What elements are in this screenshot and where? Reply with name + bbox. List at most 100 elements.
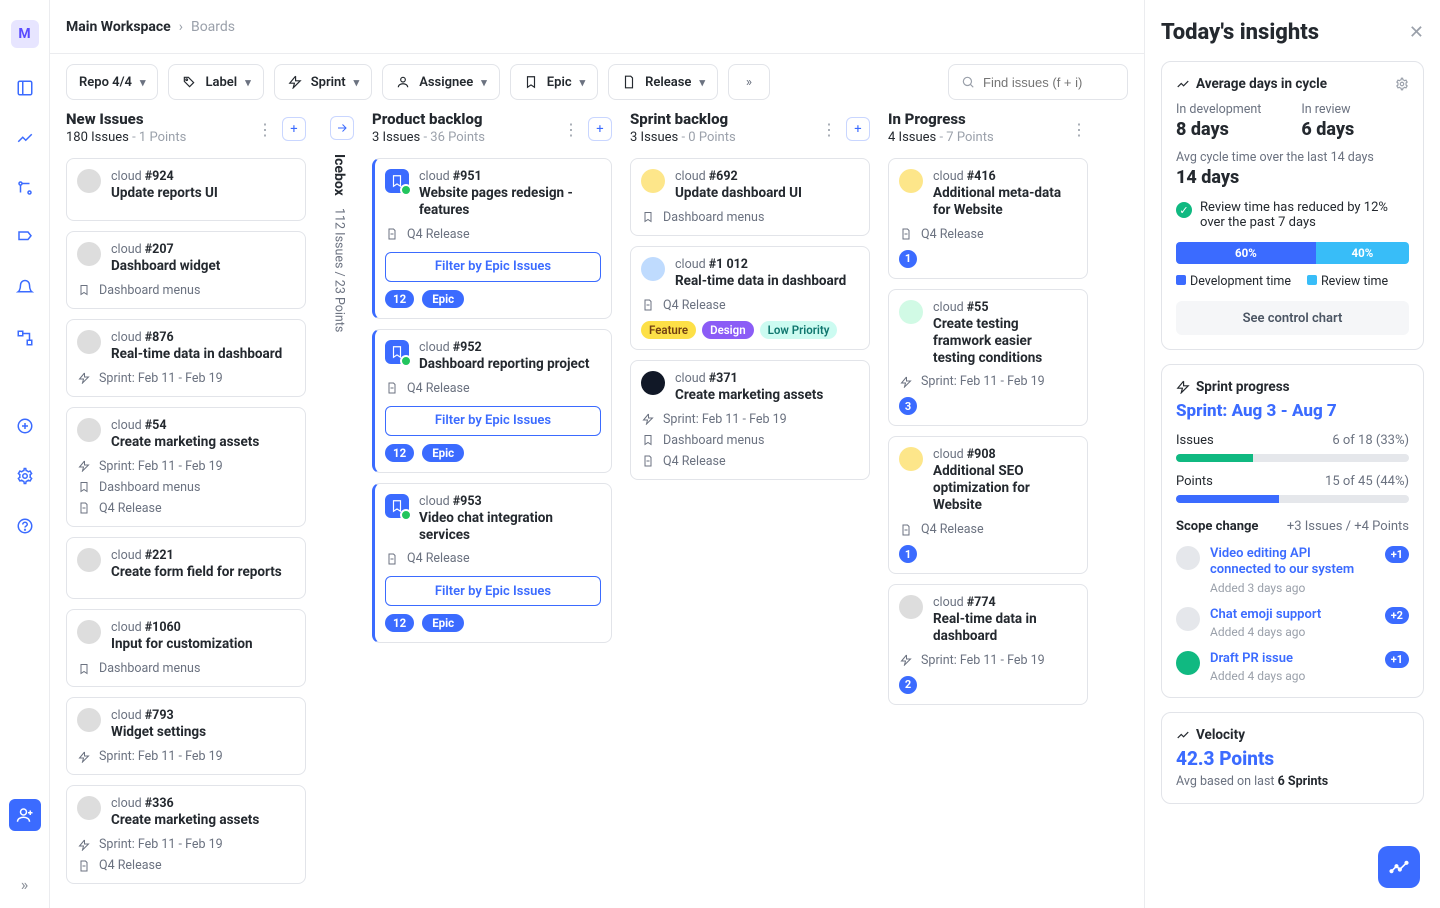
- issue-card[interactable]: cloud #924 Update reports UI: [66, 158, 306, 221]
- milestone-icon[interactable]: [15, 228, 35, 248]
- issue-card[interactable]: cloud #55 Create testing framwork easier…: [888, 289, 1088, 427]
- column-menu-button[interactable]: ⋮: [1070, 120, 1088, 138]
- notifications-icon[interactable]: [15, 278, 35, 298]
- panel-velocity: Velocity 42.3 Points Avg based on last 6…: [1161, 712, 1424, 804]
- scope-delta-badge: +1: [1385, 546, 1409, 563]
- issue-card[interactable]: cloud #207 Dashboard widget Dashboard me…: [66, 231, 306, 309]
- card-meta: Q4 Release: [385, 227, 601, 242]
- expand-rail-icon[interactable]: »: [21, 875, 29, 894]
- search-input[interactable]: [983, 75, 1115, 90]
- add-icon[interactable]: [15, 416, 35, 436]
- bookmark-icon: [523, 74, 539, 90]
- add-card-button[interactable]: +: [282, 117, 306, 141]
- sprint-icon: [77, 371, 91, 385]
- epic-card[interactable]: cloud #952 Dashboard reporting project Q…: [372, 329, 612, 473]
- epic-card[interactable]: cloud #951 Website pages redesign - feat…: [372, 158, 612, 319]
- avatar: [899, 300, 923, 324]
- user-icon: [395, 74, 411, 90]
- avatar: [77, 330, 101, 354]
- issue-card[interactable]: cloud #876 Real-time data in dashboard S…: [66, 319, 306, 397]
- breadcrumb-workspace[interactable]: Main Workspace: [66, 19, 171, 35]
- tag[interactable]: Feature: [641, 321, 696, 339]
- issue-card[interactable]: cloud #336 Create marketing assets Sprin…: [66, 785, 306, 884]
- insights-panel: ✕ Today's insights Average days in cycle…: [1144, 0, 1440, 908]
- more-filters-button[interactable]: »: [728, 64, 770, 100]
- add-card-button[interactable]: +: [588, 117, 612, 141]
- doc-icon: [385, 552, 399, 566]
- board-icon[interactable]: [15, 78, 35, 98]
- column-product-backlog: Product backlog 3 Issues - 36 Points ⋮ +…: [372, 110, 612, 892]
- filter-assignee[interactable]: Assignee▾: [382, 64, 500, 100]
- settings-icon[interactable]: [15, 466, 35, 486]
- card-meta: Q4 Release: [899, 227, 1077, 242]
- avatar: [899, 595, 923, 619]
- search-box[interactable]: [948, 64, 1128, 100]
- avatar: [641, 169, 665, 193]
- avatar: [77, 242, 101, 266]
- workflow-icon[interactable]: [15, 328, 35, 348]
- avatar: [77, 418, 101, 442]
- epic-pill: Epic: [422, 290, 464, 308]
- column-menu-button[interactable]: ⋮: [820, 120, 838, 138]
- roadmap-icon[interactable]: [15, 178, 35, 198]
- epic-pill: Epic: [422, 444, 464, 462]
- issue-card[interactable]: cloud #692 Update dashboard UI Dashboard…: [630, 158, 870, 236]
- card-meta: Sprint: Feb 11 - Feb 19: [77, 459, 295, 474]
- tag[interactable]: Design: [702, 321, 754, 339]
- add-card-button[interactable]: +: [846, 117, 870, 141]
- column-menu-button[interactable]: ⋮: [256, 120, 274, 138]
- filter-label[interactable]: Label▾: [168, 64, 263, 100]
- filter-bar: Repo 4/4▾ Label▾ Sprint▾ Assignee▾ Epic▾…: [50, 54, 1144, 110]
- issue-card[interactable]: cloud #54 Create marketing assets Sprint…: [66, 407, 306, 527]
- filter-sprint[interactable]: Sprint▾: [274, 64, 372, 100]
- filter-by-epic-button[interactable]: Filter by Epic Issues: [385, 252, 601, 282]
- doc-icon: [899, 523, 913, 537]
- column-menu-button[interactable]: ⋮: [562, 120, 580, 138]
- issue-card[interactable]: cloud #371 Create marketing assets Sprin…: [630, 360, 870, 480]
- doc-icon: [385, 381, 399, 395]
- filter-by-epic-button[interactable]: Filter by Epic Issues: [385, 576, 601, 606]
- help-icon[interactable]: [15, 516, 35, 536]
- workspace-logo[interactable]: M: [11, 20, 39, 48]
- filter-epic[interactable]: Epic▾: [510, 64, 598, 100]
- column-icebox-collapsed[interactable]: Icebox 112 Issues / 23 Points: [324, 110, 354, 892]
- epic-card[interactable]: cloud #953 Video chat integration servic…: [372, 483, 612, 644]
- issue-card[interactable]: cloud #908 Additional SEO optimization f…: [888, 436, 1088, 574]
- card-meta: Dashboard menus: [77, 661, 295, 676]
- issue-card[interactable]: cloud #416 Additional meta-data for Webs…: [888, 158, 1088, 279]
- close-icon[interactable]: ✕: [1409, 22, 1424, 43]
- epic-pill: Epic: [422, 614, 464, 632]
- card-meta: Sprint: Feb 11 - Feb 19: [77, 371, 295, 386]
- issue-card[interactable]: cloud #221 Create form field for reports: [66, 537, 306, 600]
- see-control-chart-button[interactable]: See control chart: [1176, 301, 1409, 335]
- scope-change-item[interactable]: Draft PR issueAdded 4 days ago +1: [1176, 651, 1409, 683]
- card-meta: Q4 Release: [641, 298, 859, 313]
- invite-button[interactable]: [9, 799, 41, 831]
- filter-release[interactable]: Release▾: [608, 64, 718, 100]
- breadcrumb-page[interactable]: Boards: [191, 19, 235, 35]
- column-title: New Issues: [66, 110, 186, 128]
- estimate-badge: 1: [899, 250, 917, 268]
- epic-count: 12: [385, 614, 414, 632]
- filter-by-epic-button[interactable]: Filter by Epic Issues: [385, 406, 601, 436]
- legend: Development timeReview time: [1176, 274, 1409, 289]
- card-meta: Sprint: Feb 11 - Feb 19: [899, 653, 1077, 668]
- tag[interactable]: Low Priority: [760, 321, 838, 339]
- card-meta: Sprint: Feb 11 - Feb 19: [899, 374, 1077, 389]
- column-title: Product backlog: [372, 110, 485, 128]
- issue-card[interactable]: cloud #1060 Input for customization Dash…: [66, 609, 306, 687]
- issue-card[interactable]: cloud #1 012 Real-time data in dashboard…: [630, 246, 870, 350]
- issue-card[interactable]: cloud #793 Widget settings Sprint: Feb 1…: [66, 697, 306, 775]
- scope-change-item[interactable]: Video editing API connected to our syste…: [1176, 546, 1409, 595]
- expand-icebox-button[interactable]: [330, 116, 354, 140]
- search-icon: [961, 75, 975, 89]
- scope-change-item[interactable]: Chat emoji supportAdded 4 days ago +2: [1176, 607, 1409, 639]
- epic-count: 12: [385, 290, 414, 308]
- insights-fab[interactable]: [1378, 846, 1420, 888]
- card-meta: Dashboard menus: [641, 210, 859, 225]
- column-title: Sprint backlog: [630, 110, 736, 128]
- gear-icon[interactable]: [1395, 77, 1409, 91]
- reports-icon[interactable]: [15, 128, 35, 148]
- issue-card[interactable]: cloud #774 Real-time data in dashboard S…: [888, 584, 1088, 705]
- filter-repo[interactable]: Repo 4/4▾: [66, 64, 158, 100]
